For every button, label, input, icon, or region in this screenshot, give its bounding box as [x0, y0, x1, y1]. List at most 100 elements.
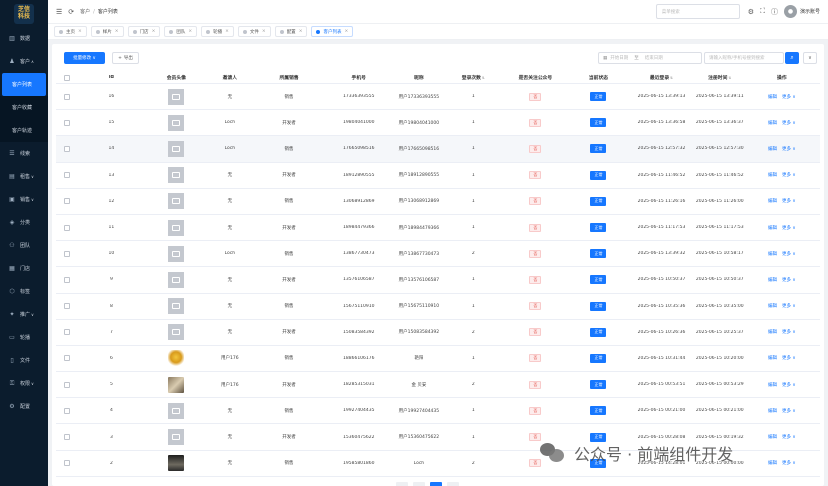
image-placeholder-icon[interactable]	[168, 402, 185, 419]
more-dropdown[interactable]: 更多 ∨	[782, 252, 796, 257]
edit-link[interactable]: 编辑	[768, 330, 777, 335]
table-row[interactable]: 15 Loch 开发者 19804041000 用户19804041000 1 否 正常 202…	[56, 110, 820, 137]
edit-link[interactable]: 编辑	[768, 304, 777, 309]
image-placeholder-icon[interactable]	[168, 429, 185, 446]
row-checkbox[interactable]	[63, 434, 70, 441]
table-row[interactable]: 12 无 销售 13068912869 用户13068912869 1 否 正常 2025-06…	[56, 189, 820, 215]
close-icon[interactable]: ×	[262, 29, 266, 34]
member-avatar-image[interactable]	[168, 376, 185, 393]
edit-link[interactable]: 编辑	[768, 356, 777, 361]
more-dropdown[interactable]: 更多 ∨	[782, 461, 796, 466]
table-row[interactable]: 6 用户176 销售 18866106176 艳阳 1 否 正常 2025-06-15 10:3…	[56, 346, 820, 373]
sidebar-item-6[interactable]: ⚇ 团队	[0, 234, 48, 257]
row-checkbox[interactable]	[63, 460, 70, 467]
tab-4[interactable]: 轮播 ×	[201, 26, 234, 37]
column-header[interactable]: 登录次数 ⇅	[446, 74, 501, 82]
sidebar-item-7[interactable]: ▦ 门店	[0, 257, 48, 280]
tab-3[interactable]: 团队 ×	[164, 26, 198, 37]
close-icon[interactable]: ×	[152, 29, 156, 34]
row-checkbox[interactable]	[63, 93, 70, 100]
keyword-search-input[interactable]: 请输入昵称/手机号搜到搜索	[704, 52, 784, 64]
image-placeholder-icon[interactable]	[168, 245, 185, 262]
more-dropdown[interactable]: 更多 ∨	[782, 356, 796, 361]
fullscreen-icon[interactable]: ⛶	[760, 7, 765, 16]
column-header[interactable]: 注册时间 ⇅	[696, 74, 744, 82]
image-placeholder-icon[interactable]	[168, 140, 185, 157]
row-checkbox[interactable]	[63, 250, 70, 257]
more-dropdown[interactable]: 更多 ∨	[782, 278, 796, 283]
sidebar-item-10[interactable]: ▭ 轮播	[0, 326, 48, 349]
sidebar-item-8[interactable]: ⬡ 标签	[0, 280, 48, 303]
more-dropdown[interactable]: 更多 ∨	[782, 95, 796, 100]
help-icon[interactable]: ⓘ	[771, 7, 778, 17]
tab-0[interactable]: 主页 ×	[54, 26, 87, 37]
edit-link[interactable]: 编辑	[768, 278, 777, 283]
table-row[interactable]: 8 无 销售 15675110910 用户15675110910 1 否 正常 2025-06-…	[56, 294, 820, 320]
edit-link[interactable]: 编辑	[768, 409, 777, 414]
image-placeholder-icon[interactable]	[168, 88, 185, 105]
sidebar-item-4[interactable]: ▣ 销售 ∨	[0, 188, 48, 211]
tab-6[interactable]: 配置 ×	[274, 26, 308, 37]
export-button[interactable]: + 导出	[112, 52, 139, 64]
tab-2[interactable]: 门店 ×	[127, 26, 161, 37]
image-placeholder-icon[interactable]	[168, 114, 185, 131]
sidebar-item-0[interactable]: ▥ 数据	[0, 27, 48, 50]
member-avatar-image[interactable]	[168, 350, 185, 367]
table-row[interactable]: 9 无 开发者 13576106587 用户13576106587 1 否 正常 2025-06…	[56, 267, 820, 294]
sidebar-item-3[interactable]: ▤ 租售 ∨	[0, 165, 48, 188]
edit-link[interactable]: 编辑	[768, 435, 777, 440]
sidebar-subitem-1[interactable]: 客户收藏	[0, 96, 48, 119]
row-checkbox[interactable]	[63, 198, 70, 205]
edit-link[interactable]: 编辑	[768, 121, 777, 126]
page-button[interactable]	[447, 482, 459, 486]
sidebar-subitem-2[interactable]: 客户轨迹	[0, 119, 48, 142]
breadcrumb-item[interactable]: 客户	[80, 9, 90, 15]
close-icon[interactable]: ×	[78, 29, 82, 34]
row-checkbox[interactable]	[63, 329, 70, 336]
more-dropdown[interactable]: 更多 ∨	[782, 199, 796, 204]
close-icon[interactable]: ×	[188, 29, 192, 34]
select-all-checkbox[interactable]	[63, 74, 70, 81]
more-dropdown[interactable]: 更多 ∨	[782, 330, 796, 335]
table-row[interactable]: 13 无 开发者 18912890555 用户18912890555 1 否 正常 2025-0…	[56, 163, 820, 189]
member-avatar-image[interactable]	[168, 455, 185, 472]
table-row[interactable]: 14 Loch 销售 17665098516 用户17665098516 1 否 正常 2025…	[56, 136, 820, 163]
table-row[interactable]: 10 Loch 销售 13867730473 用户13867730473 2 否 正常 2025…	[56, 241, 820, 268]
row-checkbox[interactable]	[63, 355, 70, 362]
row-checkbox[interactable]	[63, 145, 70, 152]
avatar[interactable]: ●	[783, 5, 797, 18]
column-header[interactable]: 最近登录 ⇅	[627, 74, 696, 82]
edit-link[interactable]: 编辑	[768, 173, 777, 178]
more-dropdown[interactable]: 更多 ∨	[782, 121, 796, 126]
table-row[interactable]: 5 用户176 开发者 18285315031 金 贝安 2 否 正常 2025-06-15 0…	[56, 372, 820, 399]
row-checkbox[interactable]	[63, 303, 70, 310]
tab-1[interactable]: 样片 ×	[90, 26, 124, 37]
tab-7[interactable]: 客户列表 ×	[311, 26, 354, 37]
sidebar-item-5[interactable]: ◈ 分类	[0, 211, 48, 234]
row-checkbox[interactable]	[63, 276, 70, 283]
image-placeholder-icon[interactable]	[168, 167, 185, 184]
row-checkbox[interactable]	[63, 224, 70, 231]
row-checkbox[interactable]	[63, 172, 70, 179]
close-icon[interactable]: ×	[225, 29, 229, 34]
page-button-active[interactable]	[430, 482, 442, 486]
image-placeholder-icon[interactable]	[168, 271, 185, 288]
more-filter-button[interactable]: ∨	[803, 52, 817, 64]
sidebar-item-9[interactable]: ✦ 推广 ∨	[0, 303, 48, 326]
search-button[interactable]: ⌕	[785, 52, 799, 64]
sidebar-subitem-0[interactable]: 客户列表	[2, 73, 46, 96]
sidebar-item-11[interactable]: ▯ 文件	[0, 349, 48, 372]
menu-search-input[interactable]: 菜单搜索	[655, 4, 740, 19]
sidebar-item-12[interactable]: ⚿ 权限 ∨	[0, 372, 48, 395]
more-dropdown[interactable]: 更多 ∨	[782, 383, 796, 388]
batch-edit-button[interactable]: 批量修改 ∨	[64, 52, 105, 64]
page-button[interactable]	[396, 482, 408, 486]
tab-5[interactable]: 文件 ×	[237, 26, 271, 37]
row-checkbox[interactable]	[63, 119, 70, 126]
table-row[interactable]: 16 无 销售 17336393555 用户17336393555 1 否 正常 2025-06…	[56, 84, 820, 111]
sidebar-item-2[interactable]: ☰ 线索	[0, 142, 48, 165]
edit-link[interactable]: 编辑	[768, 95, 777, 100]
edit-link[interactable]: 编辑	[768, 199, 777, 204]
image-placeholder-icon[interactable]	[168, 298, 185, 315]
sidebar-item-13[interactable]: ⚙ 配置	[0, 395, 48, 418]
